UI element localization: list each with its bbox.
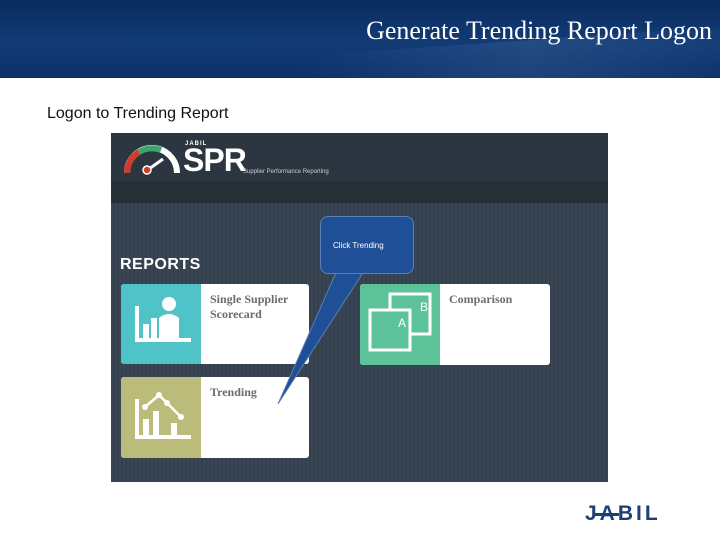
scorecard-icon (121, 284, 201, 364)
logo-product-name: SPR (183, 142, 247, 178)
tile-single-supplier-scorecard[interactable]: Single Supplier Scorecard (121, 284, 309, 364)
callout-text: Click Trending (333, 241, 384, 250)
comparison-letter-a: A (398, 316, 406, 330)
tile-comparison[interactable]: B A Comparison (360, 284, 550, 365)
slide-title: Generate Trending Report Logon (366, 16, 712, 45)
trending-chart-icon (121, 377, 201, 458)
comparison-icon: B A (360, 284, 440, 365)
logo-dash (593, 513, 619, 516)
reports-heading: REPORTS (120, 256, 201, 273)
tile-label: Comparison (449, 292, 513, 306)
spr-app-screenshot: JABIL SPR Supplier Performance Reporting… (111, 133, 608, 482)
tile-label: Trending (210, 385, 257, 399)
logo-tagline: Supplier Performance Reporting (243, 169, 329, 175)
tile-label: Single Supplier Scorecard (210, 292, 289, 321)
app-nav-strip (111, 181, 608, 203)
tile-trending[interactable]: Trending (121, 377, 309, 458)
jabil-footer-logo: JABIL (585, 503, 661, 525)
header-banner: Generate Trending Report Logon (0, 0, 720, 78)
gauge-logo-icon (124, 145, 180, 175)
comparison-letter-b: B (420, 300, 428, 314)
callout-bubble: Click Trending (320, 216, 414, 274)
slide-subheading: Logon to Trending Report (47, 105, 229, 122)
